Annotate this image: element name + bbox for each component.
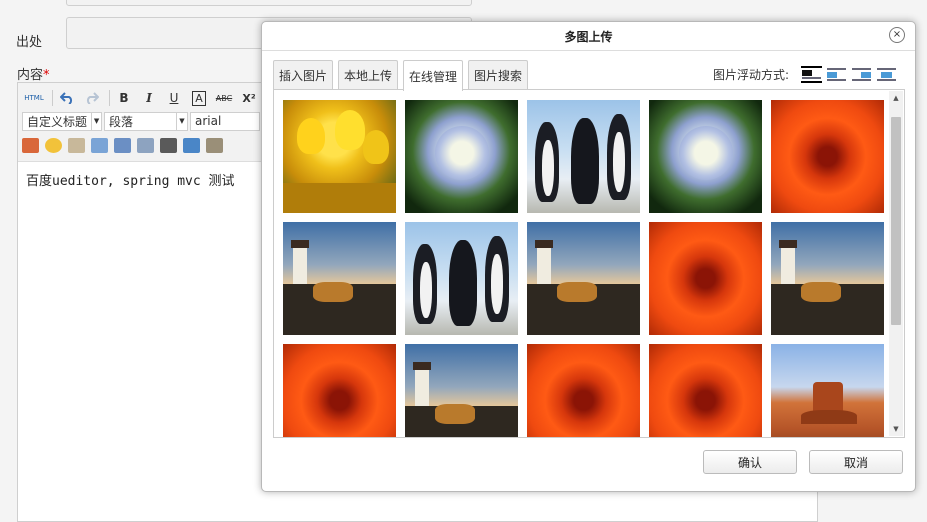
template-icon[interactable] <box>183 137 200 153</box>
tab-image-search[interactable]: 图片搜索 <box>468 60 529 89</box>
dialog-title: 多图上传 <box>262 22 915 51</box>
editor-content[interactable]: 百度ueditor, spring mvc 测试 <box>26 170 235 189</box>
undo-icon[interactable] <box>56 88 78 108</box>
scrollbar-thumb[interactable] <box>891 117 901 325</box>
paragraph-select[interactable]: 段落 ▼ <box>104 111 188 131</box>
toolbar-separator <box>109 90 110 106</box>
toolbar-separator <box>52 90 53 106</box>
float-left-icon[interactable] <box>826 66 847 83</box>
cancel-button[interactable]: 取消 <box>809 450 903 474</box>
image-tile[interactable] <box>405 100 518 213</box>
insert-frame-icon[interactable] <box>137 137 154 153</box>
scroll-down-icon[interactable]: ▼ <box>889 422 903 436</box>
html-source-button[interactable]: HTML <box>22 88 46 108</box>
music-icon[interactable] <box>91 137 108 153</box>
insert-image-icon[interactable] <box>22 137 39 153</box>
close-icon[interactable]: × <box>889 27 905 43</box>
float-center-icon[interactable] <box>876 66 897 83</box>
image-tile[interactable] <box>771 344 884 437</box>
image-tile[interactable] <box>649 222 762 335</box>
emoticon-icon[interactable] <box>45 137 62 153</box>
confirm-button[interactable]: 确认 <box>703 450 797 474</box>
float-options: 图片浮动方式: <box>713 66 897 83</box>
tab-online-manage[interactable]: 在线管理 <box>403 60 464 91</box>
image-tile[interactable] <box>283 100 396 213</box>
image-tile[interactable] <box>283 222 396 335</box>
dialog-tabs: 插入图片 本地上传 在线管理 图片搜索 <box>273 60 533 91</box>
scroll-up-icon[interactable]: ▲ <box>889 91 903 105</box>
chevron-down-icon: ▼ <box>91 112 101 130</box>
page-break-icon[interactable] <box>160 137 177 153</box>
image-tile[interactable] <box>405 222 518 335</box>
required-mark: * <box>43 68 50 83</box>
image-tile[interactable] <box>771 100 884 213</box>
superscript-button[interactable]: X² <box>238 88 260 108</box>
top-field-input[interactable] <box>66 0 472 6</box>
italic-button[interactable]: I <box>138 88 160 108</box>
online-image-panel: ▲ ▼ <box>273 89 905 438</box>
tab-insert-image[interactable]: 插入图片 <box>273 60 334 89</box>
source-label: 出处 <box>16 35 43 50</box>
redo-icon[interactable] <box>81 88 103 108</box>
image-tile[interactable] <box>649 344 762 437</box>
image-tile[interactable] <box>527 344 640 437</box>
image-tile[interactable] <box>527 100 640 213</box>
font-family-select[interactable]: arial <box>190 111 260 131</box>
tab-local-upload[interactable]: 本地上传 <box>338 60 399 89</box>
fontborder-button[interactable]: A <box>188 88 210 108</box>
content-label: 内容* <box>17 68 50 83</box>
image-tile[interactable] <box>405 344 518 437</box>
panel-scrollbar[interactable]: ▲ ▼ <box>889 91 903 436</box>
image-tile[interactable] <box>649 100 762 213</box>
multi-image-upload-dialog: 多图上传 × 插入图片 本地上传 在线管理 图片搜索 图片浮动方式: ▲ ▼ 确… <box>261 21 916 492</box>
chevron-down-icon: ▼ <box>176 112 187 130</box>
strikethrough-button[interactable]: ABC <box>213 88 235 108</box>
float-none-icon[interactable] <box>801 66 822 83</box>
attachment-icon[interactable] <box>114 137 131 153</box>
bold-button[interactable]: B <box>113 88 135 108</box>
float-label: 图片浮动方式: <box>712 68 789 82</box>
underline-button[interactable]: U <box>163 88 185 108</box>
float-right-icon[interactable] <box>851 66 872 83</box>
image-tile[interactable] <box>527 222 640 335</box>
scrawl-icon[interactable] <box>68 137 85 153</box>
image-tile[interactable] <box>771 222 884 335</box>
heading-select[interactable]: 自定义标题 ▼ <box>22 111 102 131</box>
image-tile[interactable] <box>283 344 396 437</box>
background-icon[interactable] <box>206 137 223 153</box>
